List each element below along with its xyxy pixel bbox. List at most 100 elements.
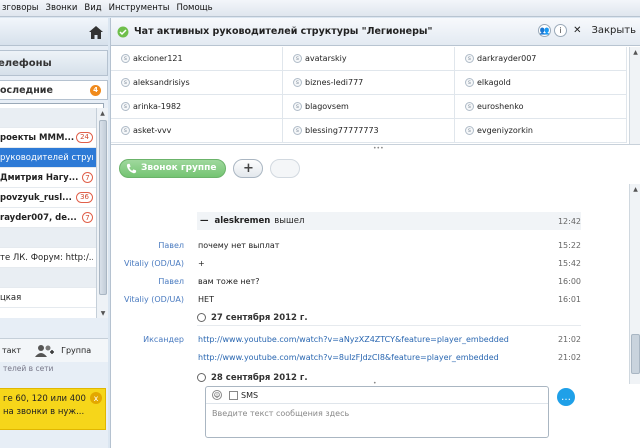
message-time: 21:02 (557, 334, 581, 344)
chat-scrollbar[interactable]: ▲ (629, 184, 640, 384)
composer-toolbar: ☺ SMS (206, 387, 548, 404)
close-icon[interactable]: x (90, 392, 102, 404)
send-icon[interactable]: … (557, 388, 575, 406)
group-chat-icon (117, 26, 129, 37)
phone-icon (126, 163, 137, 173)
home-bar (0, 18, 108, 46)
list-item[interactable]: povzyuk_rusl... 36 (0, 188, 96, 208)
info-icon[interactable]: i (554, 24, 568, 37)
participant-item[interactable]: s blessing77777773 (283, 119, 455, 143)
participant-item[interactable]: s arinka-1982 (111, 95, 283, 119)
add-group-icon[interactable] (35, 344, 55, 358)
list-item[interactable]: роекты МММ... 24 (0, 128, 96, 148)
participant-item[interactable]: s darkrayder007 (455, 47, 627, 71)
add-contact-button[interactable]: такт (2, 346, 21, 355)
participants-scrollbar[interactable]: ▲ (629, 47, 640, 144)
scroll-up-icon[interactable]: ▲ (630, 47, 640, 57)
scroll-up-icon[interactable]: ▲ (630, 184, 640, 194)
message-time: 21:02 (557, 352, 581, 362)
message-history: — aleskremen вышел 12:42 Павел почему нет… (111, 184, 629, 384)
list-item[interactable]: те ЛК. Форум: http:/... (0, 248, 96, 268)
system-user: aleskremen (214, 216, 271, 226)
message-author[interactable]: Иксандер (111, 335, 198, 344)
promo-line-1: ге 60, 120 или 400 (3, 394, 86, 404)
skype-status-icon: s (121, 102, 130, 111)
menu-view[interactable]: Вид (84, 3, 101, 13)
list-scrollbar[interactable]: ▲ ▼ (96, 108, 108, 318)
scroll-thumb[interactable] (631, 334, 640, 374)
add-people-button[interactable]: + (233, 158, 264, 178)
close-button[interactable]: Закрыть (591, 25, 636, 36)
participant-item[interactable]: s blagovsem (283, 95, 455, 119)
participant-name: euroshenko (477, 102, 524, 111)
chat-panel: Чат активных руководителей структуры "Ле… (110, 18, 640, 448)
message-author[interactable]: Павел (111, 277, 198, 286)
video-quality-button[interactable] (270, 158, 301, 178)
recent-tab[interactable]: оследние 4 (0, 80, 108, 100)
scroll-down-icon[interactable]: ▼ (97, 308, 109, 318)
message-author[interactable]: Vitaliy (OD/UA) (111, 295, 198, 304)
list-item[interactable]: Дмитрия Нагу... 7 (0, 168, 96, 188)
chat-title: Чат активных руководителей структуры "Ле… (134, 26, 433, 37)
system-time: 12:42 (557, 216, 581, 226)
menu-bar: зговоры Звонки Вид Инструменты Помощь (0, 0, 640, 17)
message-link[interactable]: http://www.youtube.com/watch?v=aNyzXZ4ZT… (198, 335, 541, 344)
message-link[interactable]: http://www.youtube.com/watch?v=8uIzFJdzC… (198, 353, 541, 362)
participant-item[interactable]: s euroshenko (455, 95, 627, 119)
clock-icon (197, 373, 206, 382)
skype-status-icon: s (465, 78, 474, 87)
recent-list: роекты МММ...24 руководителей струк... Д… (0, 108, 96, 318)
list-item (0, 268, 96, 288)
message-row: Vitaliy (OD/UA) НЕТ 16:01 (111, 290, 581, 308)
message-row: Иксандер http://www.youtube.com/watch?v=a… (111, 330, 581, 348)
contact-actions: такт Группа (0, 338, 108, 362)
online-status: телей в сети (0, 364, 108, 378)
message-author[interactable]: Vitaliy (OD/UA) (111, 259, 198, 268)
date-separator: 27 сентября 2012 г. (197, 310, 581, 326)
date-separator: 28 сентября 2012 г. (197, 370, 581, 384)
recent-badge: 4 (90, 84, 101, 96)
unread-count: 7 (82, 172, 93, 183)
message-time: 16:00 (557, 276, 581, 286)
participant-item[interactable]: s evgeniyzorkin (455, 119, 627, 143)
message-author[interactable]: Павел (111, 241, 198, 250)
participant-name: blagovsem (305, 102, 349, 111)
message-row: Vitaliy (OD/UA) +15:42 (111, 254, 581, 272)
promo-line-2: на звонки в нуж... (3, 407, 85, 417)
participant-name: darkrayder007 (477, 54, 537, 63)
message-time: 15:22 (557, 240, 581, 250)
group-button[interactable]: Группа (61, 346, 91, 355)
participant-item[interactable]: s avatarskiy (283, 47, 455, 71)
list-item[interactable]: руководителей струк... (0, 148, 96, 168)
participant-name: akcioner121 (133, 54, 183, 63)
participants-icon[interactable]: 👥 (538, 24, 552, 37)
call-group-button[interactable]: Звонок группе (119, 158, 227, 178)
home-icon[interactable] (89, 26, 103, 39)
participant-name: asket-vvv (133, 126, 172, 135)
scroll-up-icon[interactable]: ▲ (97, 108, 108, 118)
menu-conversations[interactable]: зговоры (2, 3, 39, 13)
emoticon-icon[interactable]: ☺ (212, 390, 222, 400)
participant-item[interactable]: s elkagold (455, 71, 627, 95)
scroll-thumb[interactable] (99, 120, 107, 295)
participant-item[interactable]: s asket-vvv (111, 119, 283, 143)
menu-tools[interactable]: Инструменты (109, 3, 170, 13)
participant-item[interactable]: s aleksandrisiys (111, 71, 283, 95)
chat-toolbar: Звонок группе + (111, 154, 640, 182)
close-icon[interactable]: ✕ (573, 25, 581, 36)
phones-tab[interactable]: елефоны (0, 50, 108, 76)
phones-label: елефоны (0, 57, 52, 69)
menu-help[interactable]: Помощь (176, 3, 212, 13)
menu-calls[interactable]: Звонки (46, 3, 78, 13)
message-input[interactable]: Введите текст сообщения здесь (206, 404, 548, 423)
participant-item[interactable]: s akcioner121 (111, 47, 283, 71)
list-item[interactable]: цкая (0, 288, 96, 308)
message-row: http://www.youtube.com/watch?v=8uIzFJdzC… (111, 348, 581, 366)
promo-banner[interactable]: ге 60, 120 или 400 на звонки в нуж... x (0, 388, 106, 430)
participant-item[interactable]: s biznes-ledi777 (283, 71, 455, 95)
participants-grid: s akcioner121 s avatarskiy s darkrayder007 s al… (111, 47, 640, 145)
splitter-handle[interactable]: ••• (373, 145, 384, 152)
unread-count: 36 (76, 192, 93, 203)
sms-checkbox[interactable] (229, 390, 238, 400)
list-item[interactable]: rayder007, de... 7 (0, 208, 96, 228)
